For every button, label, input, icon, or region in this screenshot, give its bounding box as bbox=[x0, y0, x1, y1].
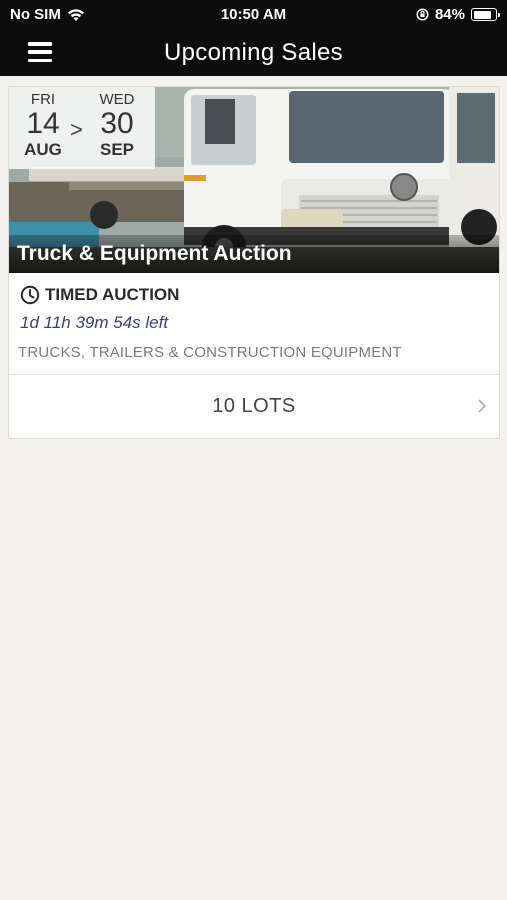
sale-category: TRUCKS, TRAILERS & CONSTRUCTION EQUIPMEN… bbox=[18, 344, 402, 361]
nav-bar: Upcoming Sales bbox=[0, 30, 507, 76]
auction-type-label: TIMED AUCTION bbox=[45, 285, 180, 304]
orientation-lock-icon bbox=[416, 8, 429, 21]
end-date-number: 30 bbox=[100, 107, 134, 140]
sale-dates: FRI 14 AUG > WED 30 SEP bbox=[9, 87, 155, 169]
battery-percent: 84% bbox=[434, 6, 465, 23]
end-day: WED bbox=[99, 91, 135, 108]
end-month: SEP bbox=[99, 140, 135, 159]
lots-count: 10 LOTS bbox=[212, 395, 296, 417]
status-right: 84% bbox=[416, 6, 500, 23]
sale-card[interactable]: FRI 14 AUG > WED 30 SEP Truck & Equipmen… bbox=[8, 86, 500, 439]
view-lots-button[interactable]: 10 LOTS bbox=[9, 375, 499, 439]
status-bar: No SIM 10:50 AM 84% bbox=[0, 0, 507, 30]
auction-type: TIMED AUCTION bbox=[20, 285, 179, 305]
date-range-arrow: > bbox=[70, 117, 83, 142]
chevron-right-icon bbox=[478, 399, 487, 413]
sale-image: FRI 14 AUG > WED 30 SEP Truck & Equipmen… bbox=[9, 87, 499, 273]
page-title: Upcoming Sales bbox=[164, 39, 343, 66]
start-date-number: 14 bbox=[26, 107, 60, 140]
battery-icon bbox=[471, 8, 500, 21]
sale-title: Truck & Equipment Auction bbox=[9, 235, 499, 273]
start-date: FRI 14 AUG bbox=[15, 91, 71, 160]
battery-level bbox=[473, 10, 492, 19]
clock-icon bbox=[20, 285, 40, 305]
start-day: FRI bbox=[30, 91, 56, 108]
start-month: AUG bbox=[24, 140, 62, 159]
end-date: WED 30 SEP bbox=[89, 91, 145, 160]
countdown-timer: 1d 11h 39m 54s left bbox=[20, 313, 169, 332]
